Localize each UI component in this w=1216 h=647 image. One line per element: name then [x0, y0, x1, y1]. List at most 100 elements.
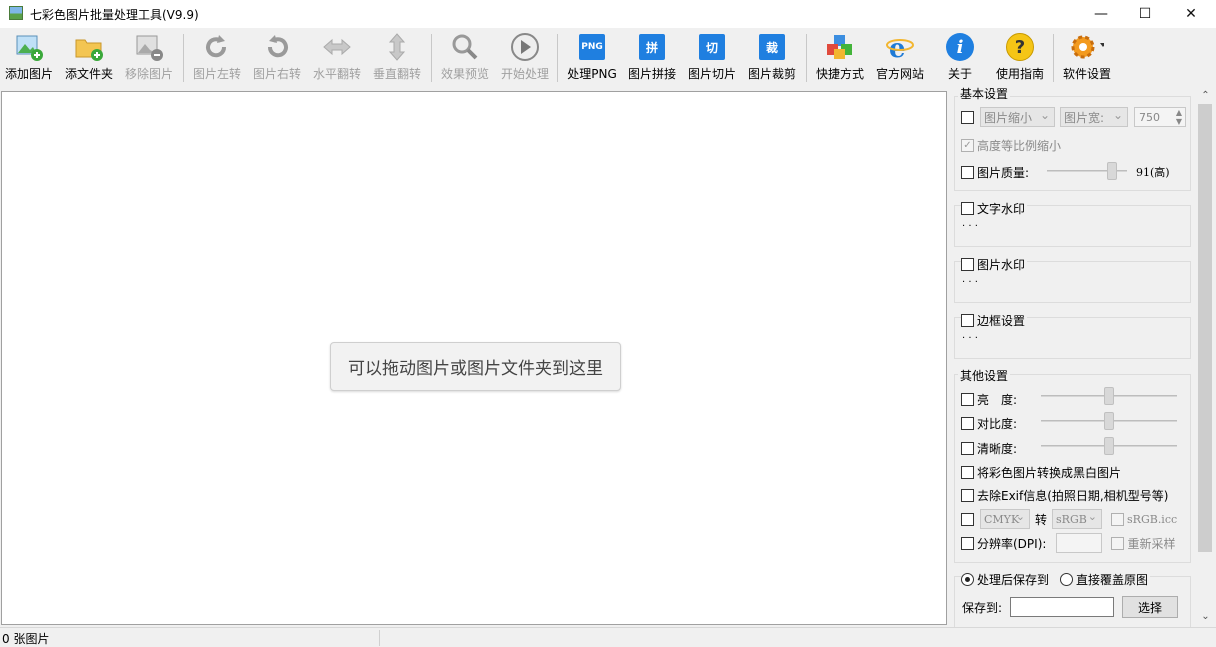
border-checkbox[interactable] — [961, 314, 974, 327]
stepper-arrows-icon[interactable]: ▲ ▼ — [1176, 108, 1182, 126]
title-bar: 七彩色图片批量处理工具(V9.9) — ☐ ✕ — [0, 0, 1216, 28]
info-label: 关于 — [947, 67, 972, 81]
keep-ratio-label: 高度等比例缩小 — [977, 139, 1062, 153]
sharpness-checkbox[interactable] — [961, 442, 974, 455]
text-watermark-more[interactable]: · · · — [962, 221, 978, 232]
help-button[interactable]: ? 使用指南 — [992, 31, 1048, 87]
add-image-icon — [12, 31, 46, 63]
overwrite-radio[interactable] — [1060, 573, 1074, 586]
color-to-select[interactable]: sRGB — [1052, 509, 1103, 529]
rotate-left-icon — [200, 31, 234, 63]
scroll-down-icon[interactable]: ⌄ — [1197, 610, 1214, 626]
quality-slider-thumb[interactable] — [1106, 162, 1117, 180]
width-stepper[interactable]: 750 ▲ ▼ — [1134, 107, 1186, 127]
dpi-input[interactable] — [1056, 533, 1103, 553]
remove-image-button[interactable]: 移除图片 — [121, 31, 177, 87]
image-watermark-checkbox[interactable] — [961, 258, 974, 271]
brightness-checkbox[interactable] — [961, 393, 974, 406]
contrast-slider-thumb[interactable] — [1104, 412, 1114, 430]
remove-image-label: 移除图片 — [124, 67, 173, 81]
slice-button[interactable]: 切图片切片 — [684, 31, 740, 87]
scroll-up-icon[interactable]: ⌃ — [1197, 88, 1214, 104]
help-icon: ? — [1003, 31, 1037, 63]
save-to-radio[interactable] — [961, 573, 974, 586]
grayscale-checkbox[interactable] — [961, 466, 974, 479]
ie-button[interactable]: e 官方网站 — [872, 31, 928, 87]
app-icon — [9, 6, 23, 20]
choose-folder-button[interactable]: 选择 — [1122, 596, 1179, 618]
info-badge: i — [946, 33, 974, 61]
icc-checkbox[interactable] — [1111, 512, 1125, 526]
save-path-input[interactable] — [1010, 597, 1115, 617]
dpi-checkbox[interactable] — [961, 536, 974, 550]
resample-checkbox[interactable] — [1111, 536, 1125, 550]
minimize-button[interactable]: — — [1078, 0, 1124, 28]
rotate-right-icon — [260, 31, 294, 63]
panel-scroll-thumb[interactable] — [1198, 104, 1212, 552]
add-image-label: 添加图片 — [4, 67, 53, 81]
brightness-label: 亮 度: — [977, 393, 1018, 407]
resize-checkbox[interactable] — [961, 110, 974, 124]
add-folder-label: 添文件夹 — [64, 67, 113, 81]
toolbar-separator — [431, 34, 432, 82]
play-button[interactable]: 开始处理 — [497, 31, 553, 87]
keep-ratio-checkbox[interactable]: ✓ — [961, 139, 974, 152]
info-button[interactable]: i 关于 — [932, 31, 988, 87]
dimension-select[interactable]: 图片宽: — [1060, 107, 1128, 127]
settings-label: 软件设置 — [1062, 67, 1111, 81]
add-folder-button[interactable]: 添文件夹 — [61, 31, 117, 87]
sharpness-slider-thumb[interactable] — [1104, 437, 1114, 455]
ie-label: 官方网站 — [875, 67, 924, 81]
rotate-right-button[interactable]: 图片右转 — [249, 31, 305, 87]
maximize-button[interactable]: ☐ — [1122, 0, 1168, 28]
preview-button[interactable]: 效果预览 — [437, 31, 493, 87]
shortcut-button[interactable]: 快捷方式 — [812, 31, 868, 87]
slice-icon: 切 — [695, 31, 729, 63]
add-folder-icon — [72, 31, 106, 63]
preview-label: 效果预览 — [440, 67, 489, 81]
flip-horizontal-button[interactable]: 水平翻转 — [309, 31, 365, 87]
remove-exif-checkbox[interactable] — [961, 489, 974, 502]
status-divider — [379, 630, 380, 646]
info-icon: i — [943, 31, 977, 63]
ie-icon: e — [883, 31, 917, 63]
save-to-radio-label: 处理后保存到 — [977, 573, 1050, 587]
border-more[interactable]: · · · — [962, 333, 978, 344]
settings-panel: 基本设置 图片缩小 图片宽: 750 ▲▼ ✓ 高度等比例缩小 图片质量: 91(… — [952, 85, 1195, 628]
toolbar-separator — [557, 34, 558, 82]
save-path-label: 保存到: — [962, 600, 1003, 615]
merge-button[interactable]: 拼图片拼接 — [624, 31, 680, 87]
settings-button[interactable]: 软件设置 — [1059, 31, 1115, 87]
text-watermark-checkbox[interactable] — [961, 202, 974, 215]
toolbar-separator — [183, 34, 184, 82]
crop-label: 图片裁剪 — [747, 67, 796, 81]
window-title: 七彩色图片批量处理工具(V9.9) — [30, 8, 199, 22]
toolbar-separator — [806, 34, 807, 82]
flip-vertical-label: 垂直翻转 — [372, 67, 421, 81]
quality-checkbox[interactable] — [961, 166, 974, 179]
play-label: 开始处理 — [500, 67, 549, 81]
contrast-checkbox[interactable] — [961, 417, 974, 430]
color-convert-checkbox[interactable] — [961, 512, 974, 526]
brightness-slider-thumb[interactable] — [1104, 387, 1114, 405]
status-bar: 0 张图片 — [0, 627, 1216, 647]
resize-mode-select[interactable]: 图片缩小 — [980, 107, 1055, 127]
sharpness-label: 清晰度: — [977, 442, 1018, 456]
flip-vertical-icon — [380, 31, 414, 63]
contrast-label: 对比度: — [977, 417, 1018, 431]
crop-button[interactable]: 裁图片裁剪 — [744, 31, 800, 87]
flip-vertical-button[interactable]: 垂直翻转 — [369, 31, 425, 87]
png-icon: PNG — [575, 31, 609, 63]
color-from-select[interactable]: CMYK — [980, 509, 1030, 529]
merge-icon: 拼 — [635, 31, 669, 63]
add-image-button[interactable]: 添加图片 — [1, 31, 57, 87]
close-button[interactable]: ✕ — [1168, 0, 1214, 28]
merge-label: 图片拼接 — [627, 67, 676, 81]
rotate-left-label: 图片左转 — [192, 67, 241, 81]
rotate-left-button[interactable]: 图片左转 — [189, 31, 245, 87]
grayscale-label: 将彩色图片转换成黑白图片 — [977, 466, 1122, 480]
toolbar: 添加图片 添文件夹 移除图片 图片左转 图片右转 水平翻转 垂直翻转 效果预览 开始处理 PNG 处… — [0, 28, 1216, 88]
image-watermark-more[interactable]: · · · — [962, 277, 978, 288]
png-button[interactable]: PNG 处理PNG — [564, 31, 620, 87]
preview-icon — [448, 31, 482, 63]
